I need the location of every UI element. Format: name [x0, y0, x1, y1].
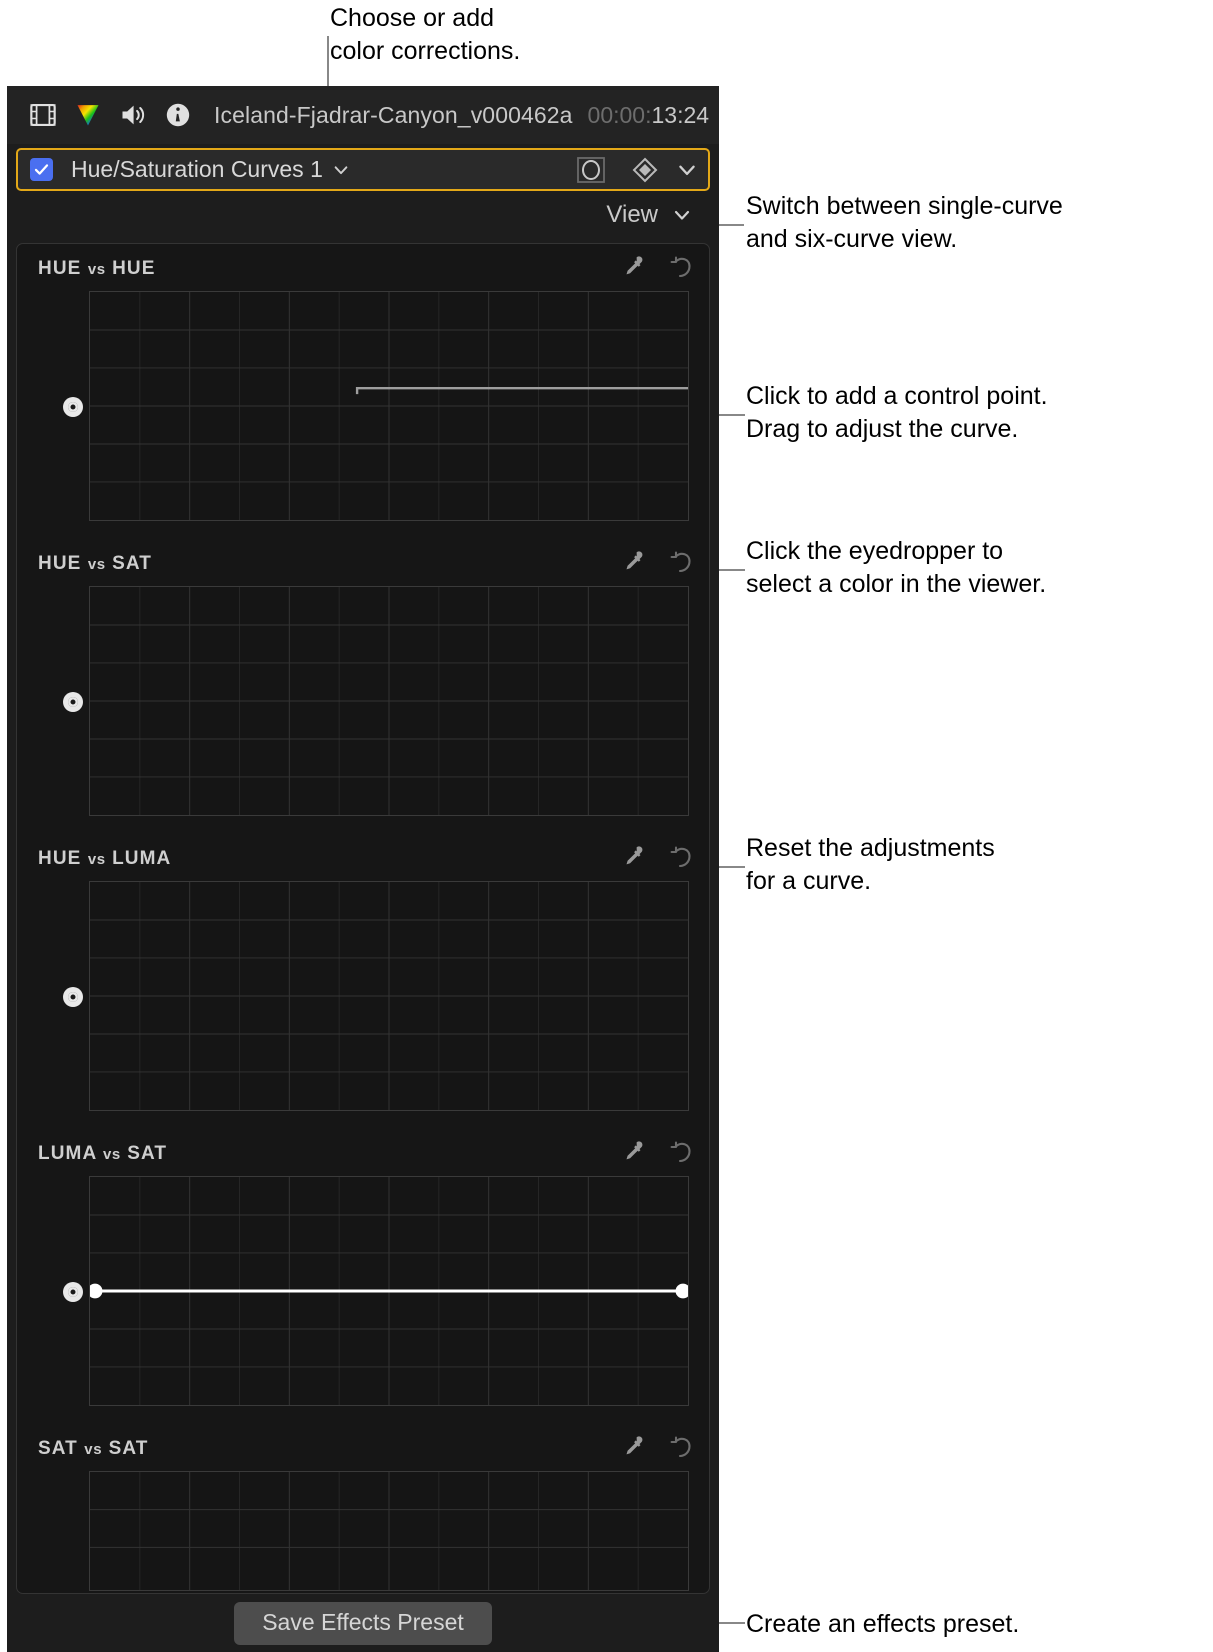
- annotation-create-preset: Create an effects preset.: [746, 1610, 1020, 1638]
- curve-title-hue-vs-hue: HUE vs HUE: [38, 258, 156, 280]
- reset-arrow-icon[interactable]: [668, 549, 694, 575]
- curve-grid-luma-vs-sat: [90, 1177, 688, 1405]
- curve-title-vs: vs: [87, 261, 106, 278]
- curve-grid-hue-vs-hue: [90, 292, 688, 520]
- curve-block-luma-vs-sat: LUMA vs SAT: [17, 1129, 709, 1424]
- curve-graph-hue-vs-sat[interactable]: [89, 586, 689, 816]
- curve-block-sat-vs-sat: SAT vs SAT: [17, 1424, 709, 1593]
- inspector-footer: Save Effects Preset: [7, 1594, 719, 1652]
- curve-title-second: SAT: [112, 553, 152, 574]
- curve-title-main: HUE: [38, 553, 82, 574]
- curve-title-luma-vs-sat: LUMA vs SAT: [38, 1143, 167, 1165]
- curve-tools-sat-vs-sat: [620, 1434, 694, 1460]
- curve-graph-sat-vs-sat[interactable]: [89, 1471, 689, 1591]
- clip-name: Iceland-Fjadrar-Canyon_v000462a: [214, 101, 573, 128]
- inspector-panel: Iceland-Fjadrar-Canyon_v000462a 00:00:13…: [7, 86, 719, 1652]
- curve-tools-luma-vs-sat: [620, 1139, 694, 1165]
- effect-enable-checkbox[interactable]: [30, 158, 53, 181]
- effect-menu-chevron-down-icon[interactable]: [676, 159, 698, 181]
- reset-arrow-icon[interactable]: [668, 844, 694, 870]
- curve-title-vs: vs: [87, 556, 106, 573]
- keyframe-diamond-icon[interactable]: [632, 157, 658, 183]
- curve-radio-hue-vs-hue[interactable]: [63, 397, 83, 417]
- info-icon[interactable]: [164, 101, 192, 129]
- curve-grid-hue-vs-sat: [90, 587, 688, 815]
- inspector-header-icons: [29, 101, 192, 129]
- curve-block-hue-vs-hue: HUE vs HUE: [17, 244, 709, 539]
- curves-scroll-area[interactable]: HUE vs HUE HUE vs SAT HUE vs LUMA LUMA v…: [16, 243, 710, 1594]
- curve-graph-hue-vs-luma[interactable]: [89, 881, 689, 1111]
- reset-arrow-icon[interactable]: [668, 254, 694, 280]
- view-chevron-down-icon[interactable]: [671, 205, 693, 225]
- curve-block-hue-vs-sat: HUE vs SAT: [17, 539, 709, 834]
- curve-grid-sat-vs-sat: [90, 1472, 688, 1590]
- curve-title-main: SAT: [38, 1438, 78, 1459]
- inspector-header: Iceland-Fjadrar-Canyon_v000462a 00:00:13…: [7, 86, 719, 144]
- curve-graph-hue-vs-hue[interactable]: [89, 291, 689, 521]
- color-wheel-icon[interactable]: [74, 101, 102, 129]
- audio-speaker-icon[interactable]: [119, 101, 147, 129]
- eyedropper-icon[interactable]: [620, 254, 646, 280]
- timecode-hours-minutes: 00:00:: [587, 101, 652, 128]
- view-control-row[interactable]: View: [7, 191, 719, 239]
- annotation-add-control-point: Click to add a control point. Drag to ad…: [746, 382, 1048, 443]
- curve-grid-hue-vs-luma: [90, 882, 688, 1110]
- curve-title-vs: vs: [102, 1146, 121, 1163]
- curve-block-hue-vs-luma: HUE vs LUMA: [17, 834, 709, 1129]
- timecode-seconds-frames: 13:24: [651, 101, 710, 128]
- curve-title-second: SAT: [127, 1143, 168, 1164]
- curve-tools-hue-vs-hue: [620, 254, 694, 280]
- curve-radio-hue-vs-luma[interactable]: [63, 987, 83, 1007]
- curve-graph-luma-vs-sat[interactable]: [89, 1176, 689, 1406]
- effect-name-label: Hue/Saturation Curves 1: [71, 156, 323, 182]
- effect-row-hue-saturation-curves[interactable]: Hue/Saturation Curves 1: [16, 148, 710, 191]
- curve-title-second: SAT: [108, 1438, 149, 1459]
- curve-title-main: LUMA: [38, 1143, 97, 1164]
- curve-radio-hue-vs-sat[interactable]: [63, 692, 83, 712]
- curve-title-hue-vs-luma: HUE vs LUMA: [38, 848, 171, 870]
- timecode: 00:00:13:24: [588, 102, 710, 129]
- annotation-choose-add: Choose or add color corrections.: [330, 4, 521, 65]
- curve-title-hue-vs-sat: HUE vs SAT: [38, 553, 152, 575]
- annotation-eyedropper: Click the eyedropper to select a color i…: [746, 537, 1047, 598]
- curve-title-sat-vs-sat: SAT vs SAT: [38, 1438, 148, 1460]
- annotation-reset: Reset the adjustments for a curve.: [746, 834, 995, 895]
- curve-tools-hue-vs-sat: [620, 549, 694, 575]
- shape-mask-icon[interactable]: [576, 156, 606, 184]
- annotation-switch-view: Switch between single-curve and six-curv…: [746, 192, 1063, 253]
- curve-radio-luma-vs-sat[interactable]: [63, 1282, 83, 1302]
- eyedropper-icon[interactable]: [620, 844, 646, 870]
- reset-arrow-icon[interactable]: [668, 1434, 694, 1460]
- curve-tools-hue-vs-luma: [620, 844, 694, 870]
- curve-title-second: LUMA: [112, 848, 172, 869]
- curve-title-main: HUE: [38, 258, 82, 279]
- reset-arrow-icon[interactable]: [668, 1139, 694, 1165]
- eyedropper-icon[interactable]: [620, 1139, 646, 1165]
- eyedropper-icon[interactable]: [620, 549, 646, 575]
- save-effects-preset-button[interactable]: Save Effects Preset: [234, 1601, 492, 1645]
- film-strip-icon[interactable]: [29, 101, 57, 129]
- eyedropper-icon[interactable]: [620, 1434, 646, 1460]
- curve-title-vs: vs: [87, 851, 106, 868]
- curve-title-second: HUE: [112, 258, 156, 279]
- curve-title-vs: vs: [84, 1441, 103, 1458]
- view-label: View: [606, 201, 658, 228]
- chevron-down-icon[interactable]: [332, 161, 350, 179]
- curve-title-main: HUE: [38, 848, 82, 869]
